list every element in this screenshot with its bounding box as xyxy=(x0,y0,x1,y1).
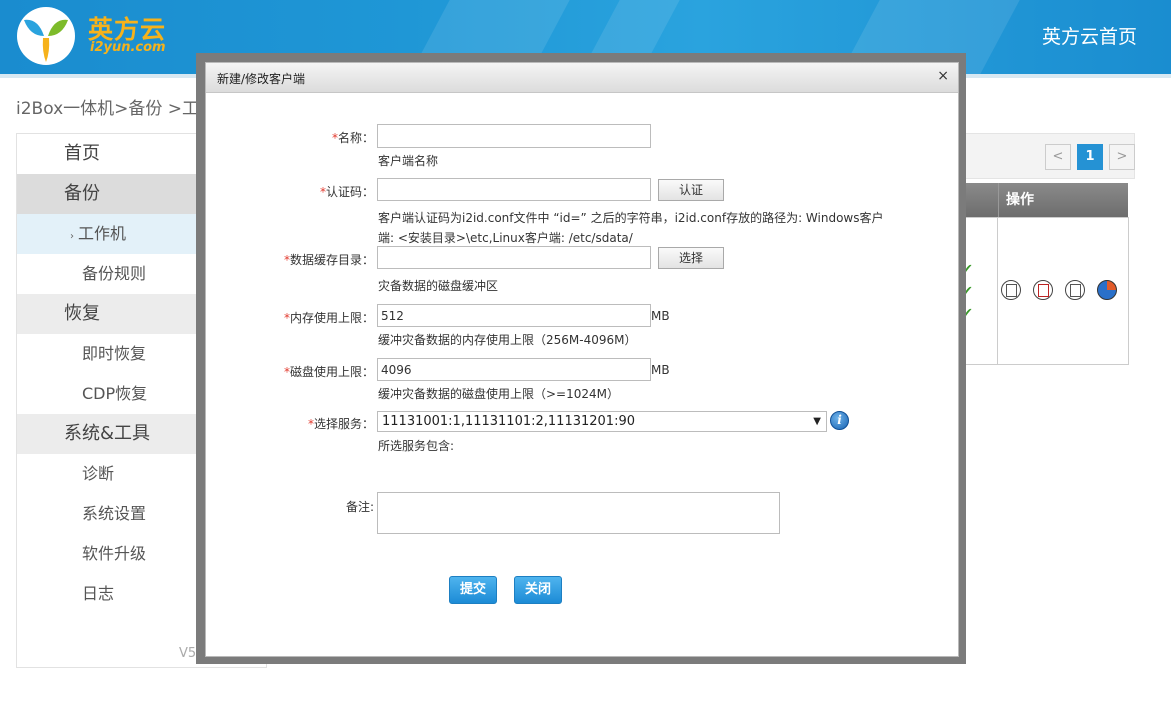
brand-domain: i2yun.com xyxy=(90,40,166,55)
select-dir-button[interactable]: 选择 xyxy=(658,247,724,269)
memory-unit: MB xyxy=(651,309,670,323)
edit-icon[interactable] xyxy=(1001,280,1021,300)
close-button[interactable]: 关闭 xyxy=(514,576,562,604)
submit-button[interactable]: 提交 xyxy=(449,576,497,604)
sidebar-item-label: 工作机 xyxy=(78,224,127,243)
chevron-right-icon: › xyxy=(70,231,74,242)
cache-dir-label: *数据缓存目录： xyxy=(283,253,374,267)
delete-icon[interactable] xyxy=(1033,280,1053,300)
statistics-icon[interactable] xyxy=(1097,280,1117,300)
memory-limit-hint: 缓冲灾备数据的内存使用上限（256M-4096M） xyxy=(378,333,637,347)
remark-textarea[interactable] xyxy=(377,492,780,534)
auth-code-hint-path: 端: <安装目录>\etc,Linux客户端: /etc/sdata/ xyxy=(378,231,633,245)
memory-limit-label: *内存使用上限： xyxy=(283,311,374,325)
close-icon[interactable]: × xyxy=(937,68,949,84)
page-1-button[interactable]: 1 xyxy=(1077,144,1103,170)
cache-dir-hint: 灾备数据的磁盘缓冲区 xyxy=(378,279,499,293)
disk-limit-input[interactable] xyxy=(377,358,651,381)
auth-button[interactable]: 认证 xyxy=(658,179,724,201)
column-header-operation: 操作 xyxy=(1006,192,1034,208)
pagination: < 1 > xyxy=(1045,144,1135,170)
name-input[interactable] xyxy=(377,124,651,148)
memory-limit-input[interactable] xyxy=(377,304,651,327)
copy-icon[interactable] xyxy=(1065,280,1085,300)
cache-dir-input[interactable] xyxy=(377,246,651,269)
remark-label: 备注: xyxy=(345,500,374,514)
auth-code-label: *认证码： xyxy=(319,185,374,199)
service-label: *选择服务： xyxy=(307,417,374,431)
service-hint: 所选服务包含: xyxy=(378,439,455,453)
prev-page-button[interactable]: < xyxy=(1045,144,1071,170)
dropdown-arrow-icon: ▼ xyxy=(813,416,821,427)
auth-code-input[interactable] xyxy=(377,178,651,201)
service-selected-value: 11131001:1,11131101:2,11131201:90 xyxy=(382,414,635,429)
info-icon[interactable]: i xyxy=(830,411,849,430)
table-row: ✔ ✔ ✔ xyxy=(958,217,1129,365)
dialog-title: 新建/修改客户端 xyxy=(217,72,306,86)
disk-limit-hint: 缓冲灾备数据的磁盘使用上限（>=1024M） xyxy=(378,387,620,401)
service-select[interactable]: 11131001:1,11131101:2,11131201:90 ▼ xyxy=(377,411,827,432)
disk-unit: MB xyxy=(651,363,670,377)
table-header: 操作 xyxy=(958,183,1128,217)
disk-limit-label: *磁盘使用上限： xyxy=(283,365,374,379)
dialog-titlebar: 新建/修改客户端 × xyxy=(206,63,958,93)
client-dialog: 新建/修改客户端 × *名称： 客户端名称 *认证码： 认证 客户端认证码为i2… xyxy=(205,62,959,657)
home-link[interactable]: 英方云首页 xyxy=(1042,22,1137,49)
column-divider xyxy=(997,218,998,364)
logo-icon xyxy=(17,7,75,65)
name-hint: 客户端名称 xyxy=(378,154,439,168)
next-page-button[interactable]: > xyxy=(1109,144,1135,170)
column-divider xyxy=(998,183,999,217)
breadcrumb: i2Box一体机>备份 >工作 xyxy=(16,99,217,119)
auth-code-hint: 客户端认证码为i2id.conf文件中 “id=” 之后的字符串，i2id.co… xyxy=(378,211,884,225)
name-label: *名称： xyxy=(331,131,374,145)
